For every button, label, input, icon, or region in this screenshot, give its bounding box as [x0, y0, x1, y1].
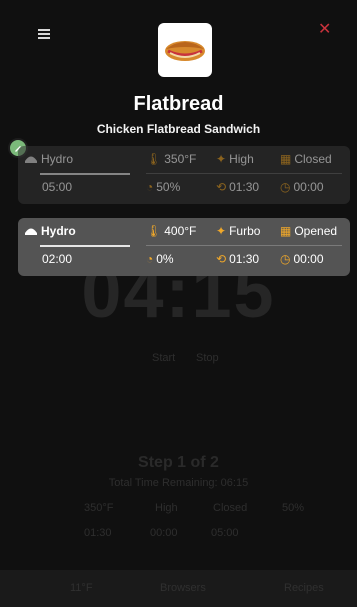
- current-step-card[interactable]: Hydro 🌡 400°F ✦ Furbo ▦ Opened 02:00 ◔ 0% ⟲ 0…: [18, 218, 350, 276]
- power-value: 0%: [156, 252, 174, 266]
- thermometer-icon: 🌡: [146, 152, 162, 166]
- product-subtitle: Chicken Flatbread Sandwich: [96, 122, 261, 136]
- hold-time-icon: ◷: [280, 180, 291, 194]
- divider: [40, 173, 130, 175]
- info-extra: 01:30: [84, 527, 112, 539]
- divider: [146, 245, 342, 246]
- oven-icon: Hydro: [24, 224, 76, 238]
- extra-time-value: 01:30: [229, 180, 260, 194]
- stop-label: Stop: [196, 352, 219, 364]
- time-value: 05:00: [42, 180, 73, 194]
- divider: [146, 173, 342, 174]
- door-icon: ▦: [280, 224, 292, 238]
- thermometer-icon: 🌡: [146, 224, 162, 238]
- footer-temp: 11°F: [70, 582, 93, 594]
- fan-value: High: [229, 152, 254, 166]
- door-icon: ▦: [280, 152, 292, 166]
- previous-step-card[interactable]: Hydro 🌡 350°F ✦ High ▦ Closed 05:00 ◔ 50% ⟲ 0…: [18, 146, 350, 204]
- footer-recipes[interactable]: Recipes: [284, 582, 324, 594]
- step-subtitle: Total Time Remaining: 06:15: [108, 477, 249, 489]
- extra-time-icon: ⟲: [216, 252, 227, 266]
- fan-value: Furbo: [229, 224, 261, 238]
- temperature-value: 350°F: [164, 152, 197, 166]
- info-time: 05:00: [211, 527, 239, 539]
- divider: [40, 245, 130, 247]
- footer-browsers[interactable]: Browsers: [160, 582, 206, 594]
- hamburger-menu-icon[interactable]: [38, 29, 50, 41]
- door-value: Opened: [294, 224, 338, 238]
- oven-icon: Hydro: [24, 152, 73, 166]
- info-door: Closed: [213, 502, 248, 514]
- power-icon: ◔: [146, 252, 154, 266]
- hold-time-value: 00:00: [293, 180, 324, 194]
- mode-label: Hydro: [41, 152, 74, 166]
- sandwich-image: [158, 23, 212, 77]
- temperature-value: 400°F: [164, 224, 197, 238]
- extra-time-value: 01:30: [229, 252, 260, 266]
- extra-time-icon: ⟲: [216, 180, 227, 194]
- hold-time-value: 00:00: [293, 252, 324, 266]
- info-power: 50%: [282, 502, 305, 514]
- footer-bar: 11°F Browsers Recipes: [0, 570, 357, 607]
- power-value: 50%: [156, 180, 181, 194]
- step-label: Step 1 of 2: [138, 454, 219, 471]
- time-value: 02:00: [42, 252, 73, 266]
- door-value: Closed: [294, 152, 332, 166]
- close-icon[interactable]: ✕: [318, 22, 331, 38]
- fan-icon: ✦: [216, 152, 227, 166]
- hold-time-icon: ◷: [280, 252, 291, 266]
- info-hold: 00:00: [150, 527, 178, 539]
- start-label: Start: [152, 352, 176, 364]
- info-temp: 350°F: [84, 502, 114, 514]
- info-fan: High: [155, 502, 178, 514]
- mode-label: Hydro: [41, 224, 76, 238]
- power-icon: ◔: [146, 180, 154, 194]
- fan-icon: ✦: [216, 224, 227, 238]
- product-title: Flatbread: [133, 93, 224, 115]
